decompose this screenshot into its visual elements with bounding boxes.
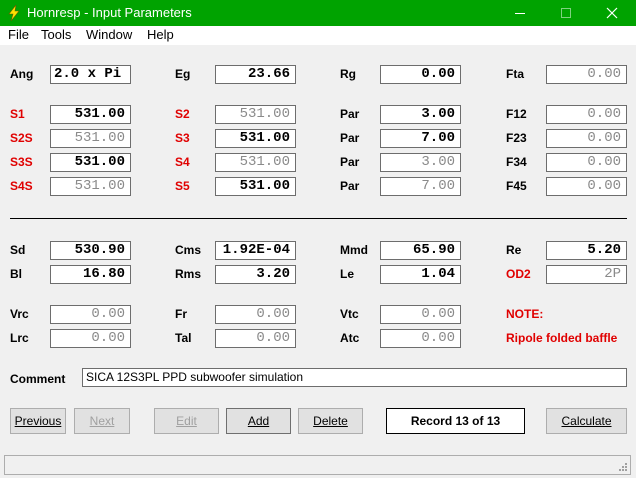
comment-field[interactable]: SICA 12S3PL PPD subwoofer simulation [82, 368, 627, 387]
atc-field[interactable]: 0.00 [380, 329, 461, 348]
label-tal: Tal [175, 331, 192, 345]
label-vrc: Vrc [10, 307, 29, 321]
mmd-field[interactable]: 65.90 [380, 241, 461, 260]
note-label: NOTE: [506, 307, 544, 321]
label-atc: Atc [340, 331, 360, 345]
f34-field[interactable]: 0.00 [546, 153, 627, 172]
edit-button[interactable]: Edit [154, 408, 219, 434]
s2-field[interactable]: 531.00 [215, 105, 296, 124]
label-par-2: Par [340, 131, 360, 145]
label-par-1: Par [340, 107, 360, 121]
input-parameters-panel: Ang 2.0 x Pi Eg 23.66 Rg 0.00 Fta 0.00 S… [0, 45, 636, 478]
label-lrc: Lrc [10, 331, 29, 345]
label-s4: S4 [175, 155, 190, 169]
cms-field[interactable]: 1.92E-04 [215, 241, 296, 260]
label-rms: Rms [175, 267, 202, 281]
close-icon [606, 7, 618, 19]
label-cms: Cms [175, 243, 202, 257]
label-s1: S1 [10, 107, 25, 121]
fr-field[interactable]: 0.00 [215, 305, 296, 324]
fta-field[interactable]: 0.00 [546, 65, 627, 84]
label-od2: OD2 [506, 267, 531, 281]
section-divider [10, 218, 627, 219]
label-s3: S3 [175, 131, 190, 145]
s3-field[interactable]: 531.00 [215, 129, 296, 148]
label-fta: Fta [506, 67, 524, 81]
delete-button[interactable]: Delete [298, 408, 363, 434]
lrc-field[interactable]: 0.00 [50, 329, 131, 348]
label-s4s: S4S [10, 179, 33, 193]
label-eg: Eg [175, 67, 191, 81]
s1-field[interactable]: 531.00 [50, 105, 131, 124]
label-ang: Ang [10, 67, 34, 81]
record-indicator: Record 13 of 13 [386, 408, 525, 434]
tal-field[interactable]: 0.00 [215, 329, 296, 348]
label-mmd: Mmd [340, 243, 368, 257]
od2-field[interactable]: 2P [546, 265, 627, 284]
next-button[interactable]: Next [74, 408, 130, 434]
calculate-button[interactable]: Calculate [546, 408, 627, 434]
label-fr: Fr [175, 307, 187, 321]
label-rg: Rg [340, 67, 356, 81]
menu-window[interactable]: Window [86, 27, 132, 42]
ang-field[interactable]: 2.0 x Pi [50, 65, 131, 84]
sd-field[interactable]: 530.90 [50, 241, 131, 260]
vtc-field[interactable]: 0.00 [380, 305, 461, 324]
par-3-field[interactable]: 3.00 [380, 153, 461, 172]
label-re: Re [506, 243, 522, 257]
le-field[interactable]: 1.04 [380, 265, 461, 284]
f45-field[interactable]: 0.00 [546, 177, 627, 196]
menu-help[interactable]: Help [147, 27, 174, 42]
maximize-button[interactable] [543, 0, 589, 26]
label-s3s: S3S [10, 155, 33, 169]
label-f34: F34 [506, 155, 527, 169]
add-button[interactable]: Add [226, 408, 291, 434]
window-title: Hornresp - Input Parameters [27, 5, 192, 20]
resize-grip-icon[interactable] [618, 462, 628, 472]
previous-button[interactable]: Previous [10, 408, 66, 434]
label-vtc: Vtc [340, 307, 359, 321]
par-2-field[interactable]: 7.00 [380, 129, 461, 148]
re-field[interactable]: 5.20 [546, 241, 627, 260]
label-f45: F45 [506, 179, 527, 193]
label-s5: S5 [175, 179, 190, 193]
s4s-field[interactable]: 531.00 [50, 177, 131, 196]
label-bl: Bl [10, 267, 22, 281]
minimize-icon [515, 13, 525, 14]
rms-field[interactable]: 3.20 [215, 265, 296, 284]
label-le: Le [340, 267, 355, 281]
f23-field[interactable]: 0.00 [546, 129, 627, 148]
eg-field[interactable]: 23.66 [215, 65, 296, 84]
par-4-field[interactable]: 7.00 [380, 177, 461, 196]
note-text: Ripole folded baffle [506, 331, 618, 345]
menu-tools[interactable]: Tools [41, 27, 71, 42]
menu-bar: File Tools Window Help [0, 26, 636, 45]
title-bar[interactable]: Hornresp - Input Parameters [0, 0, 636, 26]
label-f23: F23 [506, 131, 527, 145]
bl-field[interactable]: 16.80 [50, 265, 131, 284]
label-par-3: Par [340, 155, 360, 169]
label-sd: Sd [10, 243, 26, 257]
close-button[interactable] [589, 0, 635, 26]
comment-label: Comment [10, 372, 66, 386]
label-s2s: S2S [10, 131, 33, 145]
par-1-field[interactable]: 3.00 [380, 105, 461, 124]
status-bar [4, 455, 631, 475]
rg-field[interactable]: 0.00 [380, 65, 461, 84]
lightning-bolt-icon [8, 5, 20, 21]
vrc-field[interactable]: 0.00 [50, 305, 131, 324]
s3s-field[interactable]: 531.00 [50, 153, 131, 172]
s4-field[interactable]: 531.00 [215, 153, 296, 172]
maximize-icon [561, 8, 571, 18]
menu-file[interactable]: File [8, 27, 29, 42]
s2s-field[interactable]: 531.00 [50, 129, 131, 148]
s5-field[interactable]: 531.00 [215, 177, 296, 196]
label-f12: F12 [506, 107, 527, 121]
f12-field[interactable]: 0.00 [546, 105, 627, 124]
minimize-button[interactable] [497, 0, 543, 26]
label-s2: S2 [175, 107, 190, 121]
label-par-4: Par [340, 179, 360, 193]
